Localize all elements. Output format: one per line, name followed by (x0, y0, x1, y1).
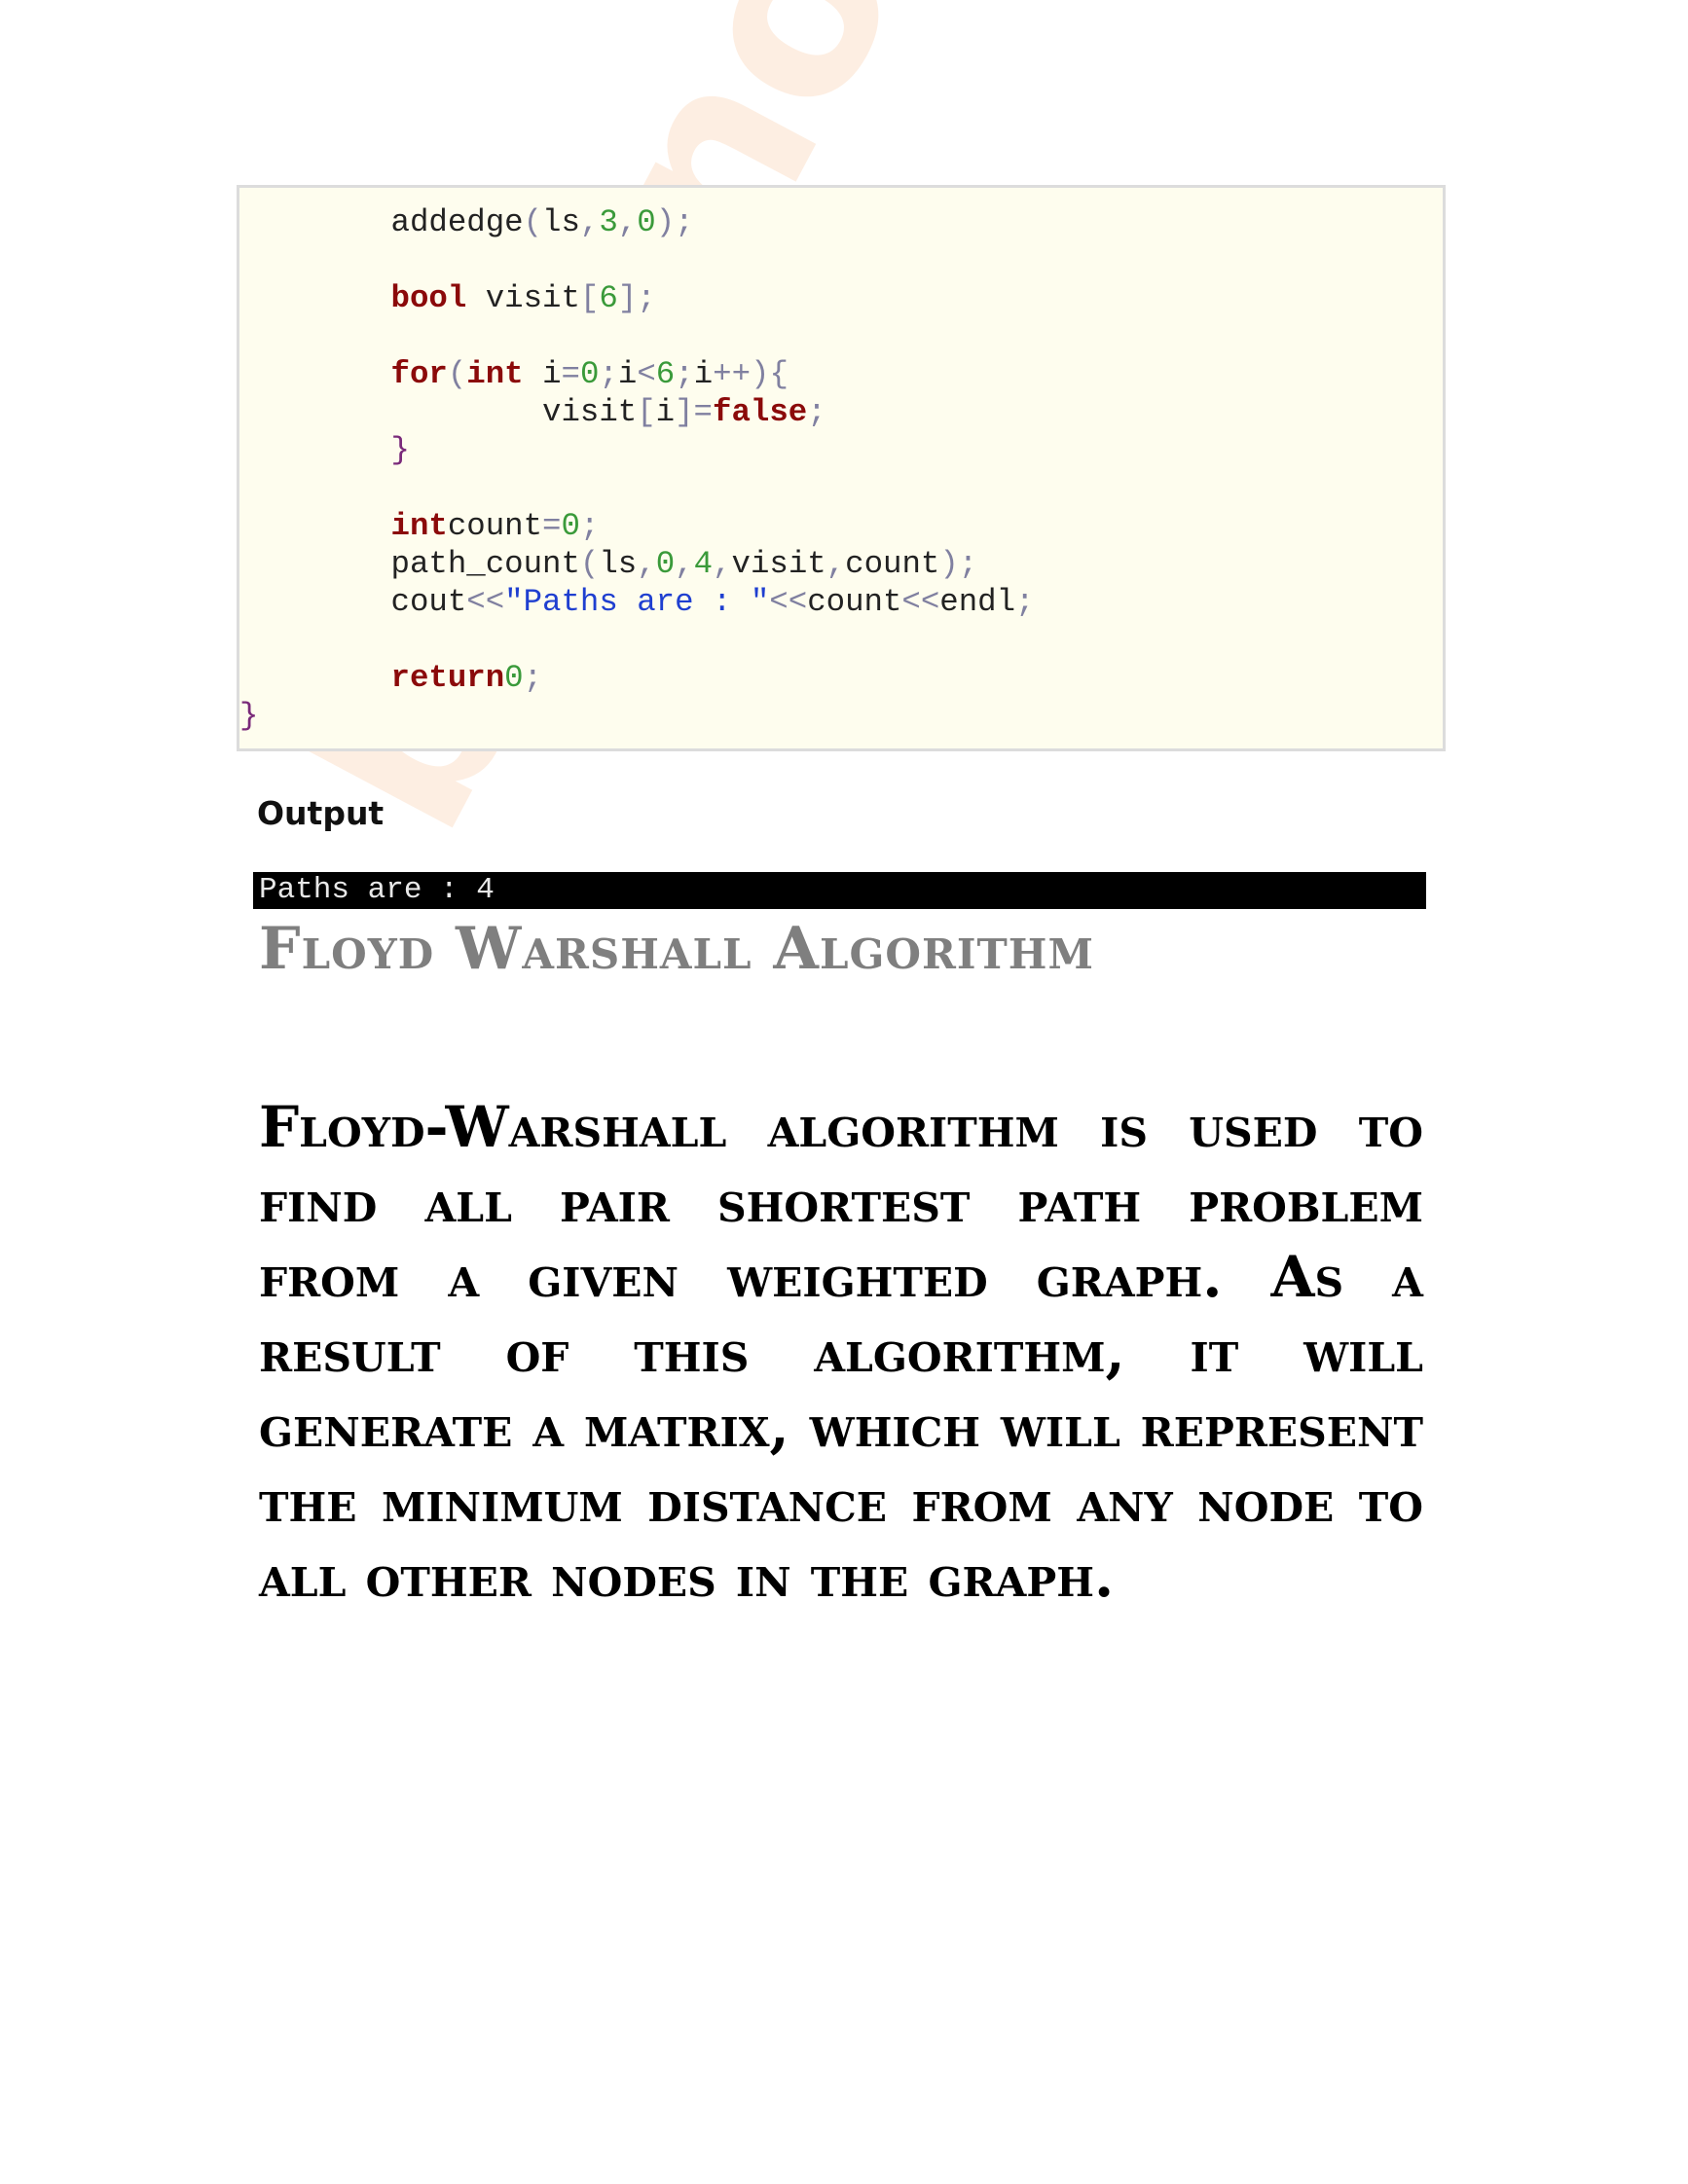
code-token: 0 (637, 204, 656, 240)
code-token: < (637, 356, 656, 392)
code-line: cout<<"Paths are : "<<count<<endl; (239, 583, 1035, 621)
code-token: ; (599, 356, 618, 392)
code-token: cout (239, 584, 467, 620)
code-listing: addedge(ls,3,0); bool visit[6]; for(int … (239, 203, 1035, 735)
code-token: ); (939, 546, 978, 582)
code-token: 0 (561, 508, 580, 544)
code-token: , (675, 546, 694, 582)
code-token: } (390, 432, 410, 468)
code-token: visit (466, 280, 580, 316)
code-token: "Paths are : " (504, 584, 770, 620)
code-line: path_count(ls,0,4,visit,count); (239, 545, 1035, 583)
code-token: 4 (693, 546, 714, 582)
code-token: 0 (504, 660, 524, 696)
code-token: count (845, 546, 940, 582)
code-token: ; (579, 508, 600, 544)
code-token: ]= (675, 394, 713, 430)
code-line: bool visit[6]; (239, 279, 1035, 317)
code-block: addedge(ls,3,0); bool visit[6]; for(int … (237, 185, 1446, 751)
code-line: } (239, 431, 1035, 469)
code-token: ls (542, 204, 580, 240)
code-token: 0 (655, 546, 676, 582)
code-token: = (542, 508, 562, 544)
code-token: ; (675, 356, 694, 392)
code-token: ++){ (713, 356, 789, 392)
code-token: ]; (617, 280, 656, 316)
code-token: 3 (599, 204, 618, 240)
code-token: ; (1015, 584, 1035, 620)
code-line: intcount=0; (239, 507, 1035, 545)
code-token: << (466, 584, 505, 620)
code-token: ( (523, 204, 543, 240)
section-heading: Floyd Warshall Algorithm (259, 915, 1094, 983)
code-token: return (390, 660, 505, 696)
code-token: path_count (239, 546, 580, 582)
code-token: << (769, 584, 808, 620)
code-line: addedge(ls,3,0); (239, 203, 1035, 241)
code-token: for (390, 356, 448, 392)
code-token: [ (637, 394, 656, 430)
console-output: Paths are : 4 (253, 872, 1426, 909)
code-token: , (713, 546, 732, 582)
code-token: , (826, 546, 846, 582)
code-token: count (807, 584, 902, 620)
code-token: i (655, 394, 676, 430)
code-token: ( (447, 356, 467, 392)
code-token: count (447, 508, 543, 544)
code-token: visit (731, 546, 826, 582)
output-label: Output (257, 794, 385, 832)
code-token: ; (523, 660, 543, 696)
code-token: endl (939, 584, 1016, 620)
code-token: ( (579, 546, 600, 582)
code-token: ); (655, 204, 694, 240)
code-token: int (390, 508, 448, 544)
code-token: , (617, 204, 638, 240)
code-token: , (579, 204, 600, 240)
code-token: [ (579, 280, 600, 316)
code-token: i (617, 356, 638, 392)
code-token: << (901, 584, 940, 620)
code-token: } (239, 698, 259, 734)
code-token: 6 (599, 280, 618, 316)
code-token: 6 (655, 356, 676, 392)
code-line: visit[i]=false; (239, 393, 1035, 431)
body-paragraph: Floyd-Warshall algorithm is used to find… (259, 1094, 1423, 1610)
code-token: i (693, 356, 714, 392)
code-token: ls (599, 546, 638, 582)
code-token: = (561, 356, 580, 392)
code-token: 0 (579, 356, 600, 392)
code-token: int (466, 356, 524, 392)
code-token: i (523, 356, 562, 392)
code-token: ; (807, 394, 826, 430)
code-token: bool (390, 280, 467, 316)
code-token: visit (239, 394, 638, 430)
code-token: , (637, 546, 656, 582)
code-line: return0; (239, 659, 1035, 697)
code-line: } (239, 697, 1035, 735)
code-token: false (713, 394, 808, 430)
code-token: addedge (239, 204, 524, 240)
code-line: for(int i=0;i<6;i++){ (239, 355, 1035, 393)
